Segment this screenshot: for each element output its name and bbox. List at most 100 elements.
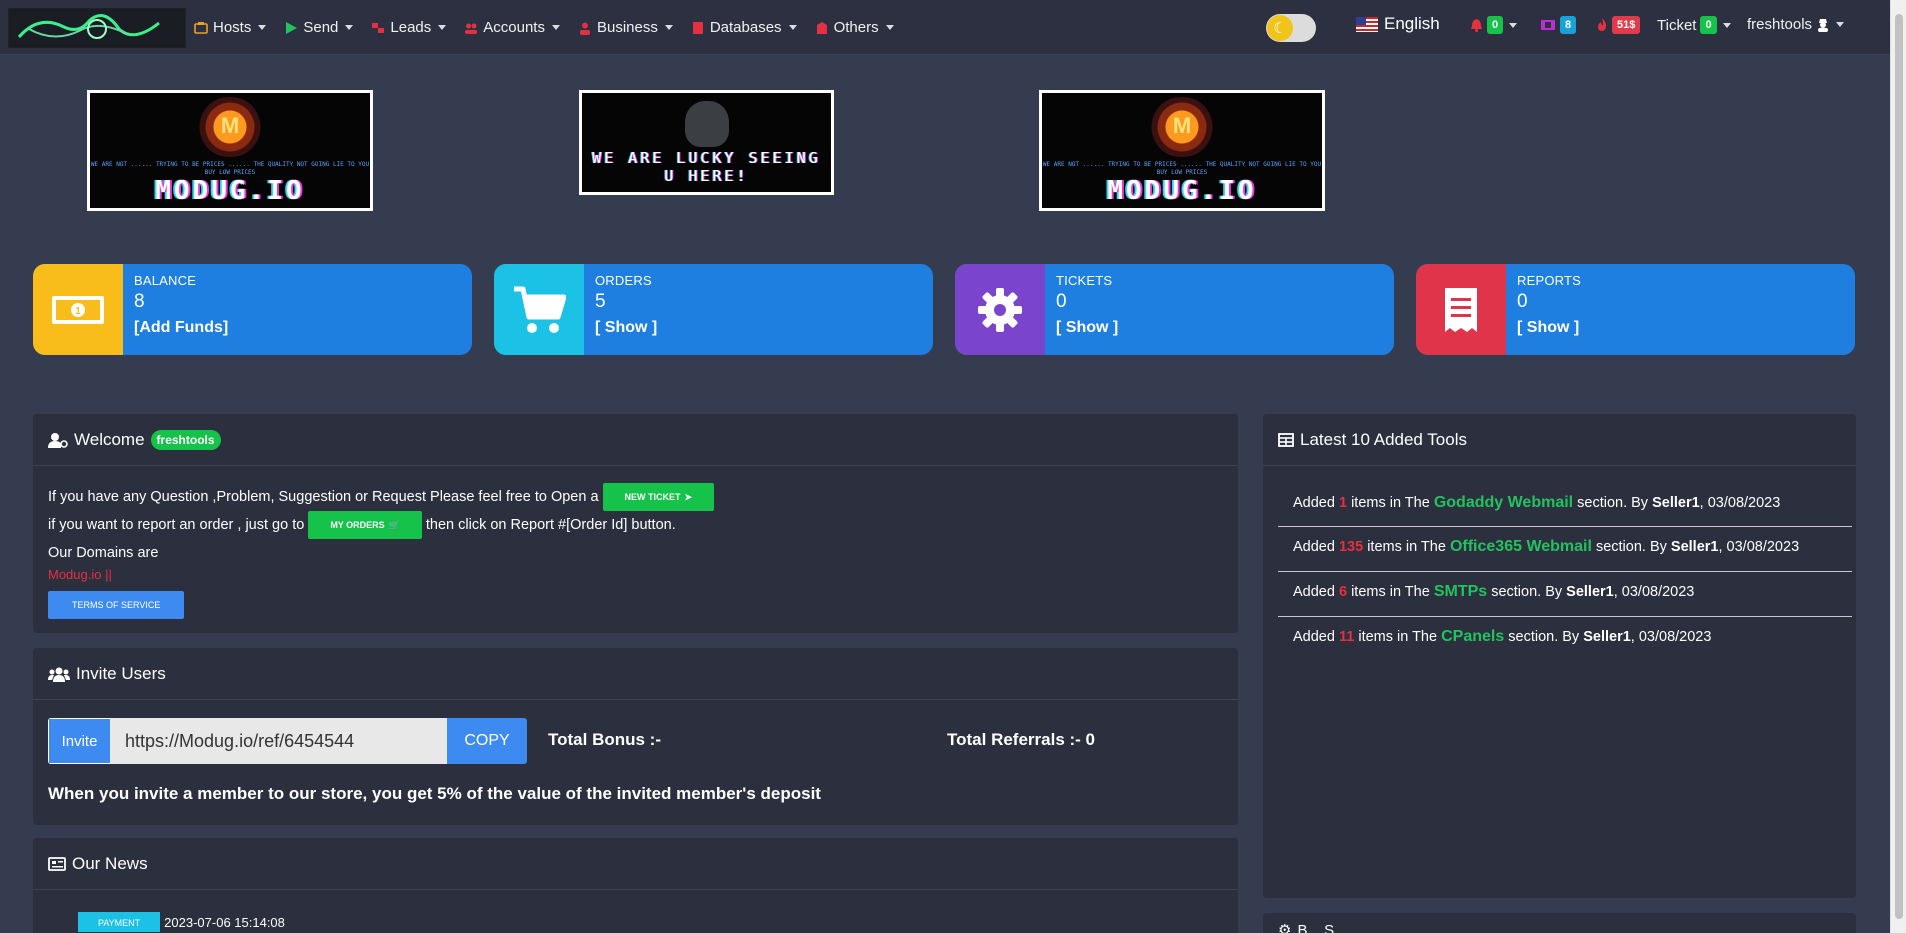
- chevron-down-icon: [664, 25, 673, 30]
- notifications-menu[interactable]: 0: [1470, 16, 1518, 34]
- emblem-image: M: [195, 97, 265, 157]
- ticket-badge: 0: [1700, 16, 1717, 34]
- users-icon: [48, 667, 70, 682]
- wallet-badge: 51$: [1612, 16, 1641, 34]
- tool-suffix: section. By: [1491, 584, 1563, 600]
- stat-balance-value: 8: [134, 291, 145, 312]
- latest-tools-header: Latest 10 Added Tools: [1263, 414, 1856, 466]
- main-menu: Hosts Send Leads Accounts Business Datab…: [194, 0, 894, 55]
- menu-hosts[interactable]: Hosts: [194, 19, 267, 36]
- ticket-label: Ticket: [1657, 16, 1697, 34]
- stat-orders: ORDERS 5 [ Show ]: [494, 264, 933, 355]
- user-menu[interactable]: freshtools: [1747, 16, 1845, 33]
- tool-seller: Seller1: [1566, 584, 1614, 600]
- banner-left-title: MODUG.IO: [155, 176, 305, 206]
- tickets-show-link[interactable]: [ Show ]: [1056, 319, 1118, 337]
- tool-section-link[interactable]: Godaddy Webmail: [1434, 494, 1573, 511]
- banner-left-subtitle: WE ARE NOT ...... TRYING TO BE PRICES ..…: [90, 161, 370, 176]
- site-logo[interactable]: [8, 8, 186, 48]
- tool-row: Added 11 items in The CPanels section. B…: [1278, 628, 1852, 646]
- domain-link[interactable]: Modug.io ||: [48, 567, 112, 582]
- welcome-header: Welcome freshtools: [33, 414, 1238, 466]
- invite-title: Invite Users: [76, 663, 166, 683]
- ticket-menu[interactable]: Ticket 0: [1657, 16, 1731, 34]
- news-card: Our News PAYMENT 2023-07-06 15:14:08: [33, 838, 1238, 933]
- invite-url-field[interactable]: https://Modug.io/ref/6454544: [110, 718, 447, 764]
- menu-databases[interactable]: Databases: [691, 19, 797, 36]
- welcome-username-badge: freshtools: [150, 429, 221, 450]
- copy-button[interactable]: COPY: [447, 718, 527, 764]
- news-date: 2023-07-06 15:14:08: [164, 914, 285, 930]
- bottom-right-card: ⚙ B... S...: [1263, 913, 1856, 933]
- gear-icon: [955, 264, 1045, 355]
- tool-prefix: Added: [1293, 584, 1335, 600]
- menu-leads[interactable]: Leads: [371, 19, 447, 36]
- language-label: English: [1384, 14, 1440, 33]
- databases-icon: [692, 21, 703, 34]
- messages-menu[interactable]: 8: [1540, 16, 1577, 34]
- stat-balance: 1 BALANCE 8 [Add Funds]: [33, 264, 472, 355]
- my-orders-label: MY ORDERS: [330, 520, 385, 530]
- news-item: PAYMENT 2023-07-06 15:14:08: [78, 912, 285, 932]
- bell-icon: [1471, 19, 1482, 32]
- chevron-down-icon: [551, 25, 560, 30]
- chevron-down-icon: [1722, 22, 1731, 28]
- gear-icon: ⚙: [1278, 922, 1292, 933]
- tool-section-link[interactable]: SMTPs: [1434, 583, 1487, 600]
- emblem-image: M: [1147, 97, 1217, 157]
- new-ticket-button[interactable]: NEW TICKET ➤: [602, 483, 715, 511]
- tos-wrap: TERMS OF SERVICE: [48, 591, 185, 619]
- page-scrollbar[interactable]: [1890, 0, 1906, 933]
- banner-right: M WE ARE NOT ...... TRYING TO BE PRICES …: [1039, 90, 1325, 211]
- skull-image: [684, 101, 729, 147]
- chevron-down-icon: [345, 25, 354, 30]
- menu-send[interactable]: Send: [284, 19, 354, 36]
- wallet-menu[interactable]: 51$: [1596, 16, 1641, 34]
- welcome-line-2a-text: if you want to report an order , just go…: [48, 517, 305, 533]
- stat-tickets-label: TICKETS: [1056, 273, 1113, 288]
- reports-show-link[interactable]: [ Show ]: [1517, 319, 1579, 337]
- tool-section-link[interactable]: Office365 Webmail: [1450, 538, 1592, 555]
- stat-tickets-value: 0: [1056, 291, 1067, 312]
- menu-hosts-label: Hosts: [213, 19, 252, 36]
- news-badge: PAYMENT: [78, 912, 161, 932]
- menu-others[interactable]: Others: [815, 19, 894, 36]
- orders-show-link[interactable]: [ Show ]: [595, 319, 657, 337]
- username-label: freshtools: [1747, 16, 1813, 33]
- invite-note: When you invite a member to our store, y…: [48, 784, 821, 803]
- table-icon: [1278, 432, 1294, 447]
- stat-reports: REPORTS 0 [ Show ]: [1416, 264, 1855, 355]
- language-selector[interactable]: English: [1356, 14, 1440, 34]
- invite-card: Invite Users Invite https://Modug.io/ref…: [33, 648, 1238, 825]
- menu-business[interactable]: Business: [578, 19, 673, 36]
- tool-prefix: Added: [1293, 495, 1335, 511]
- bottom-right-header: ⚙ B... S...: [1278, 921, 1347, 933]
- menu-business-label: Business: [596, 19, 658, 36]
- money-icon: 1: [33, 264, 123, 355]
- tool-section-link[interactable]: CPanels: [1441, 628, 1504, 645]
- paper-plane-icon: ➤: [684, 491, 693, 502]
- tool-suffix: section. By: [1595, 539, 1667, 555]
- fire-icon: [1598, 18, 1607, 31]
- menu-accounts[interactable]: Accounts: [464, 19, 560, 36]
- theme-toggle[interactable]: ☾: [1266, 14, 1316, 42]
- tool-mid: items in The: [1351, 495, 1430, 511]
- tool-count: 11: [1338, 629, 1355, 645]
- news-header: Our News: [33, 838, 1238, 890]
- terms-of-service-button[interactable]: TERMS OF SERVICE: [48, 591, 185, 619]
- latest-tools-title: Latest 10 Added Tools: [1300, 429, 1467, 449]
- send-icon: [286, 21, 298, 34]
- welcome-card: Welcome freshtools If you have any Quest…: [33, 414, 1238, 633]
- welcome-line-2: if you want to report an order , just go…: [48, 511, 676, 539]
- menu-send-label: Send: [303, 19, 339, 36]
- scrollbar-thumb[interactable]: [1895, 14, 1903, 919]
- add-funds-link[interactable]: [Add Funds]: [134, 319, 228, 337]
- accounts-icon: [465, 23, 478, 34]
- chevron-down-icon: [1836, 22, 1845, 27]
- invite-link-group: Invite https://Modug.io/ref/6454544 COPY: [48, 718, 527, 764]
- svg-text:1: 1: [75, 306, 81, 317]
- banner-right-title: MODUG.IO: [1107, 176, 1257, 206]
- receipt-icon: [1416, 264, 1506, 355]
- notifications-badge: 0: [1487, 16, 1504, 34]
- my-orders-button[interactable]: MY ORDERS 🛒: [308, 511, 422, 539]
